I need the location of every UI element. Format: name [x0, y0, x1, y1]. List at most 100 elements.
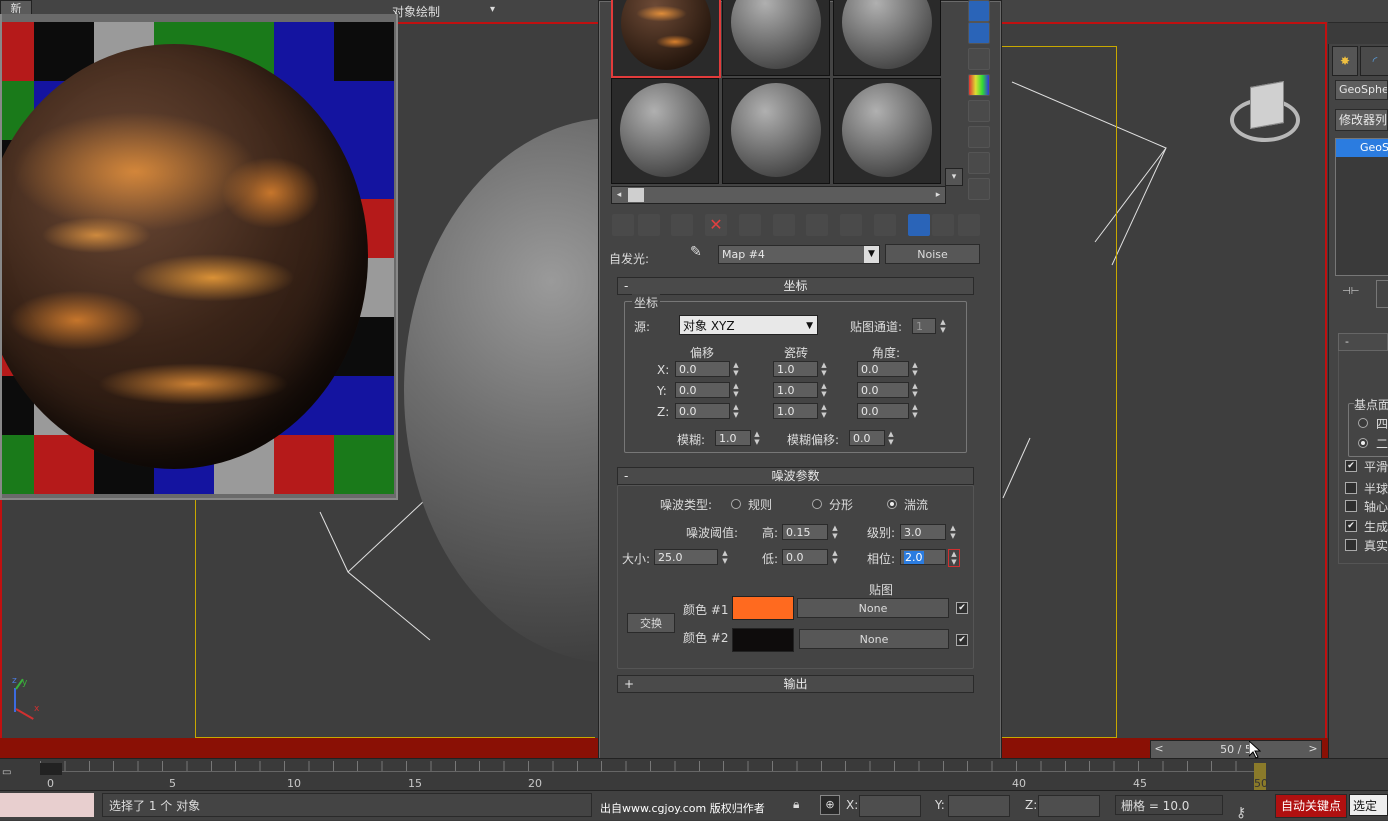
base-point-radio-1[interactable] [1358, 418, 1368, 428]
angle-y-spinner[interactable]: ▲ ▼ [910, 382, 920, 398]
viewcube-icon[interactable] [1228, 81, 1302, 148]
material-slot[interactable] [722, 78, 830, 184]
offset-z-field[interactable]: 0.0 [675, 403, 730, 419]
viewport-menu-dropdown-icon[interactable]: ▾ [490, 4, 520, 16]
noise-type-fractal-radio[interactable] [812, 499, 822, 509]
material-slot[interactable] [611, 78, 719, 184]
slot-scroll-down-button[interactable]: ▾ [945, 168, 963, 186]
timeline[interactable]: ▭ 0 5 10 15 20 40 45 50 [0, 758, 1388, 791]
put-material-icon[interactable] [638, 214, 660, 236]
y-coord-field[interactable] [948, 795, 1010, 817]
show-map-in-viewport-icon[interactable] [874, 214, 896, 236]
option-checkbox[interactable]: ✔ [1345, 520, 1357, 532]
slot-scroll-thumb[interactable] [628, 188, 644, 202]
prev-frame-button[interactable]: < [1151, 741, 1167, 758]
color2-map-checkbox[interactable]: ✔ [956, 634, 968, 646]
phase-field[interactable]: 2.0 [900, 549, 946, 565]
show-end-result-icon[interactable] [908, 214, 930, 236]
tiling-z-field[interactable]: 1.0 [773, 403, 818, 419]
make-unique-icon[interactable] [773, 214, 795, 236]
modify-tab-icon[interactable]: ◜ [1360, 46, 1388, 76]
map-name-field[interactable]: Map #4 [718, 245, 880, 264]
option-checkbox[interactable] [1345, 482, 1357, 494]
set-key-filter-select[interactable]: 选定对 [1349, 794, 1388, 816]
angle-x-spinner[interactable]: ▲ ▼ [910, 361, 920, 377]
slot-scroll-left-button[interactable]: ◂ [612, 187, 626, 203]
get-material-icon[interactable] [612, 214, 634, 236]
tiling-y-field[interactable]: 1.0 [773, 382, 818, 398]
material-slot-active[interactable] [611, 0, 721, 78]
modifier-stack[interactable]: GeoS [1335, 138, 1388, 276]
offset-z-spinner[interactable]: ▲ ▼ [731, 403, 741, 419]
tiling-x-field[interactable]: 1.0 [773, 361, 818, 377]
sample-type-icon[interactable] [968, 0, 990, 22]
noise-type-turbulence-radio[interactable] [887, 499, 897, 509]
color1-swatch[interactable] [732, 596, 794, 620]
x-coord-field[interactable] [859, 795, 921, 817]
noise-params-rollout-header[interactable]: - 噪波参数 [617, 467, 974, 485]
material-preview-window[interactable] [0, 14, 398, 500]
noise-type-regular-radio[interactable] [731, 499, 741, 509]
reset-map-icon[interactable]: ✕ [705, 214, 727, 236]
color2-map-button[interactable]: None [799, 629, 949, 649]
select-by-material-icon[interactable] [968, 152, 990, 174]
high-field[interactable]: 0.15 [782, 524, 828, 540]
blur-offset-spinner[interactable]: ▲ ▼ [886, 430, 896, 446]
put-to-library-icon[interactable] [806, 214, 828, 236]
modifier-stack-item[interactable]: GeoS [1336, 139, 1388, 157]
slot-scrollbar[interactable]: ◂ ▸ [611, 186, 946, 204]
option-checkbox[interactable]: ✔ [1345, 460, 1357, 472]
map-type-button[interactable]: Noise [885, 244, 980, 264]
output-rollout-header[interactable]: + 输出 [617, 675, 974, 693]
options-icon[interactable] [968, 126, 990, 148]
material-id-icon[interactable] [840, 214, 862, 236]
color1-map-checkbox[interactable]: ✔ [956, 602, 968, 614]
angle-y-field[interactable]: 0.0 [857, 382, 909, 398]
eyedropper-icon[interactable]: ✎ [690, 244, 708, 262]
slot-scroll-right-button[interactable]: ▸ [931, 187, 945, 203]
blur-offset-field[interactable]: 0.0 [849, 430, 885, 446]
option-checkbox[interactable] [1345, 539, 1357, 551]
sample-uv-icon[interactable] [968, 48, 990, 70]
coordinates-rollout-header[interactable]: - 坐标 [617, 277, 974, 295]
base-point-radio-2[interactable] [1358, 438, 1368, 448]
color1-map-button[interactable]: None [797, 598, 949, 618]
viewport-menu-label[interactable]: 对象绘制 [392, 3, 440, 20]
option-checkbox[interactable] [1345, 500, 1357, 512]
z-coord-field[interactable] [1038, 795, 1100, 817]
size-field[interactable]: 25.0 [654, 549, 718, 565]
high-spinner[interactable]: ▲ ▼ [830, 524, 840, 540]
background-checker-icon[interactable] [968, 22, 990, 44]
timeline-toggle-icon[interactable]: ▭ [2, 767, 20, 781]
phase-spinner[interactable]: ▲ ▼ [948, 549, 960, 567]
blur-spinner[interactable]: ▲ ▼ [752, 430, 762, 446]
auto-key-button[interactable]: 自动关键点 [1275, 794, 1347, 818]
absolute-mode-icon[interactable]: ⊕ [820, 795, 840, 815]
angle-z-spinner[interactable]: ▲ ▼ [910, 403, 920, 419]
material-map-navigator-icon[interactable] [968, 178, 990, 200]
selection-lock-icon[interactable]: 🔒︎ [793, 797, 807, 811]
tiling-y-spinner[interactable]: ▲ ▼ [819, 382, 829, 398]
map-channel-spinner[interactable]: ▲ ▼ [938, 318, 948, 334]
modifier-stack-button[interactable] [1376, 280, 1388, 308]
maxscript-listener[interactable] [0, 793, 94, 817]
make-preview-icon[interactable] [968, 100, 990, 122]
create-tab-icon[interactable]: ✸ [1332, 46, 1358, 76]
go-forward-sibling-icon[interactable] [958, 214, 980, 236]
angle-x-field[interactable]: 0.0 [857, 361, 909, 377]
color2-swatch[interactable] [732, 628, 794, 652]
size-spinner[interactable]: ▲ ▼ [720, 549, 730, 565]
material-slot[interactable] [833, 78, 941, 184]
offset-x-spinner[interactable]: ▲ ▼ [731, 361, 741, 377]
swap-button[interactable]: 交换 [627, 613, 675, 633]
blur-field[interactable]: 1.0 [715, 430, 751, 446]
tiling-z-spinner[interactable]: ▲ ▼ [819, 403, 829, 419]
frame-navigator[interactable]: < 50 / 5 > [1150, 740, 1322, 759]
map-name-dropdown-icon[interactable]: ▼ [864, 246, 879, 263]
set-key-icon[interactable]: ⚷ [1236, 805, 1262, 821]
video-color-check-icon[interactable] [968, 74, 990, 96]
assign-material-icon[interactable] [671, 214, 693, 236]
offset-x-field[interactable]: 0.0 [675, 361, 730, 377]
tiling-x-spinner[interactable]: ▲ ▼ [819, 361, 829, 377]
levels-field[interactable]: 3.0 [900, 524, 946, 540]
